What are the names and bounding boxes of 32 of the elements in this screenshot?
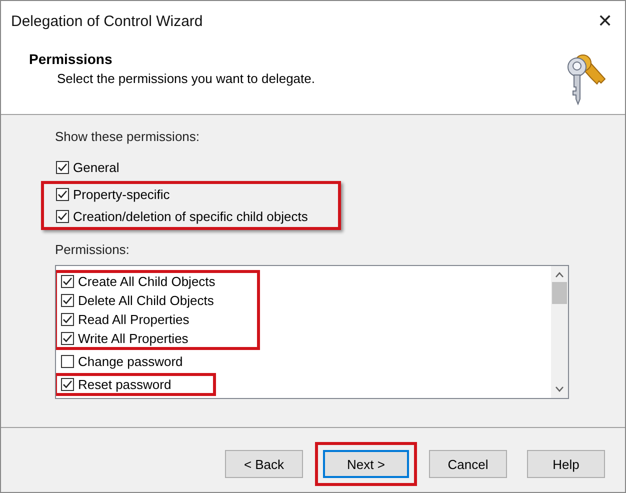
list-item[interactable]: Delete All Child Objects <box>78 293 214 308</box>
section-label: Show these permissions: <box>55 129 201 144</box>
checkbox[interactable] <box>61 355 74 368</box>
window-title: Delegation of Control Wizard <box>11 12 203 30</box>
scroll-down-icon[interactable] <box>555 386 564 392</box>
checkbox[interactable] <box>56 161 69 174</box>
list-item[interactable]: Change password <box>78 354 183 369</box>
checkbox[interactable] <box>56 188 69 201</box>
scrollbar[interactable] <box>551 266 568 398</box>
wizard-button[interactable]: Next > <box>323 450 409 478</box>
close-button[interactable]: ✕ <box>593 10 617 32</box>
page-title: Permissions <box>29 51 114 67</box>
checkbox[interactable] <box>61 275 74 288</box>
checkbox[interactable] <box>61 294 74 307</box>
checkbox[interactable] <box>61 378 74 391</box>
checkbox[interactable] <box>56 210 69 223</box>
list-item[interactable]: Create All Child Objects <box>78 274 216 289</box>
checkbox-label[interactable]: Property-specific <box>73 187 170 202</box>
page-subtitle: Select the permissions you want to delegate. <box>56 71 315 86</box>
wizard-button[interactable]: < Back <box>225 450 303 478</box>
section-label: Permissions: <box>55 242 130 257</box>
wizard-button[interactable]: Cancel <box>429 450 507 478</box>
wizard-button[interactable]: Help <box>527 450 605 478</box>
list-item[interactable]: Write All Properties <box>78 331 188 346</box>
scroll-thumb[interactable] <box>552 282 567 304</box>
checkbox-label[interactable]: General <box>73 160 120 175</box>
checkbox[interactable] <box>61 313 74 326</box>
scroll-up-icon[interactable] <box>555 272 564 278</box>
checkbox[interactable] <box>61 332 74 345</box>
list-item[interactable]: Read All Properties <box>78 312 190 327</box>
list-item[interactable]: Reset password <box>78 377 172 392</box>
checkbox-label[interactable]: Creation/deletion of specific child objects <box>73 209 308 224</box>
